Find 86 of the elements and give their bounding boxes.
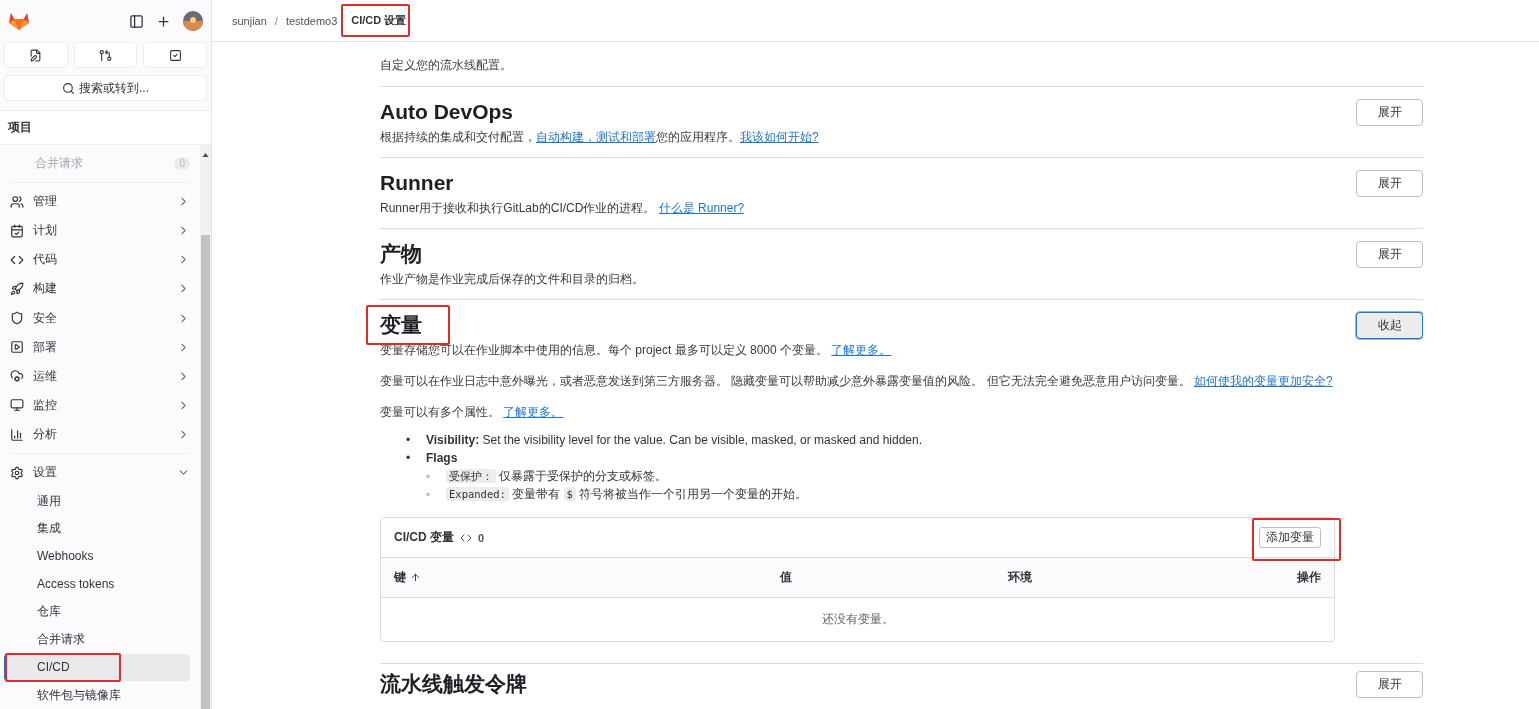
- column-header[interactable]: 操作: [1237, 569, 1321, 586]
- merge-request-icon: [99, 48, 112, 62]
- section-title: Auto DevOps: [380, 99, 513, 125]
- link[interactable]: 我该如何开始?: [740, 130, 819, 144]
- section-label: 项目: [0, 110, 211, 145]
- breadcrumb-link[interactable]: testdemo3: [285, 14, 338, 27]
- toggle-button[interactable]: 展开: [1356, 240, 1423, 268]
- paragraph: 变量可以有多个属性。 了解更多。: [380, 404, 565, 421]
- bullet-label: Flags: [426, 450, 458, 467]
- nav-item[interactable]: 代码: [4, 245, 196, 275]
- checkbox-icon: [168, 48, 182, 62]
- fox-logo-icon[interactable]: [8, 11, 30, 31]
- link[interactable]: 自动构建，测试和部署: [536, 130, 656, 144]
- avatar[interactable]: [183, 11, 203, 31]
- toggle-button[interactable]: 展开: [1356, 98, 1423, 126]
- paragraph: 变量可以在作业日志中意外曝光，或者恶意发送到第三方服务器。 隐藏变量可以帮助减少意外暴露变量值的风险。 但它无法完全避免恶意用户访问变量。 如何使我的变量更加安全?: [380, 373, 1334, 390]
- nav-subitem[interactable]: 仓库: [4, 598, 190, 626]
- nav-subitem[interactable]: 软件包与镜像库: [4, 681, 190, 709]
- section-description: 变量存储您可以在作业脚本中使用的信息。每个 project 最多可以定义 8000 个变量。 了解更多。: [380, 342, 893, 359]
- nav-item[interactable]: 运维: [4, 361, 196, 391]
- column-header[interactable]: 键: [394, 569, 780, 586]
- section-title: 流水线触发令牌: [380, 671, 527, 697]
- plus-icon[interactable]: [156, 13, 171, 29]
- nav-item[interactable]: 部署: [4, 332, 196, 362]
- play-square-icon: [10, 340, 24, 355]
- bullet-marker: ◦: [426, 486, 432, 503]
- cloud-icon: [10, 369, 24, 384]
- nav-item[interactable]: 监控: [4, 390, 196, 420]
- nav-item[interactable]: 安全: [4, 303, 196, 333]
- breadcrumb-link[interactable]: sunjian: [232, 14, 267, 27]
- card-title: CI/CD 变量: [394, 529, 454, 546]
- calendar-icon: [10, 223, 24, 238]
- breadcrumb-link[interactable]: CI/CD 设置: [351, 13, 407, 28]
- section-description: 根据持续的集成和交付配置，自动构建，测试和部署您的应用程序。我该如何开始?: [380, 129, 820, 146]
- empty-message: 还没有变量。: [820, 611, 895, 628]
- column-header[interactable]: 环境: [1007, 569, 1238, 586]
- nav-item[interactable]: 分析: [4, 419, 196, 450]
- todo-button[interactable]: [143, 42, 207, 68]
- search-button[interactable]: 搜索或转到...: [4, 75, 207, 101]
- nav-item[interactable]: 构建: [4, 274, 196, 304]
- people-icon: [10, 194, 24, 209]
- nav-subitem[interactable]: 集成: [4, 514, 190, 543]
- bullet-marker: •: [406, 432, 412, 449]
- link[interactable]: 了解更多。: [503, 405, 564, 419]
- nav-subitem[interactable]: 合并请求: [4, 625, 190, 654]
- nav-subitem[interactable]: 通用: [4, 487, 190, 515]
- bullet-text: Expanded: 变量带有 $ 符号将被当作一个引用另一个变量的开始。: [446, 485, 808, 503]
- chart-icon: [10, 427, 24, 442]
- column-header[interactable]: 值: [779, 569, 1008, 586]
- shield-icon: [10, 311, 24, 326]
- bullet-text: Visibility: Set the visibility level for the value. Can be visible, masked, or masked and hidden.: [426, 432, 923, 449]
- section-description: Runner用于接收和执行GitLab的CI/CD作业的进程。 什么是 Runner?: [380, 200, 746, 217]
- merge-requests-button[interactable]: [73, 42, 138, 68]
- nav-subitem[interactable]: Access tokens: [4, 570, 190, 599]
- nav-item[interactable]: 计划: [4, 216, 196, 246]
- settings-icon: [10, 465, 24, 480]
- breadcrumb-separator: /: [274, 14, 278, 27]
- nav-subitem[interactable]: Webhooks: [4, 542, 190, 571]
- rocket-icon: [10, 281, 24, 296]
- section-description: 自定义您的流水线配置。: [380, 57, 513, 74]
- sidebar-toggle-icon[interactable]: [129, 13, 144, 29]
- section-title: 产物: [380, 241, 422, 267]
- nav-item[interactable]: 设置: [4, 458, 196, 488]
- section-title: Runner: [380, 170, 454, 196]
- inline-code: $: [563, 487, 576, 501]
- nav-item[interactable]: 管理: [4, 187, 196, 217]
- toggle-button[interactable]: 展开: [1356, 169, 1423, 197]
- inline-code: 受保护：: [446, 469, 496, 483]
- link[interactable]: 了解更多。: [831, 343, 892, 357]
- variable-count: 0: [478, 531, 485, 544]
- inline-code: Expanded:: [446, 487, 509, 501]
- add-variable-button[interactable]: 添加变量: [1259, 527, 1321, 548]
- section-title: 变量: [380, 312, 422, 338]
- toggle-button[interactable]: 收起: [1356, 311, 1423, 339]
- link[interactable]: 什么是 Runner?: [658, 201, 745, 215]
- link[interactable]: 如何使我的变量更加安全?: [1194, 374, 1333, 388]
- monitor-icon: [10, 398, 24, 413]
- file-pen-icon: [29, 48, 43, 62]
- nav-subitem[interactable]: CI/CD: [4, 653, 190, 682]
- issues-button[interactable]: [4, 42, 68, 68]
- toggle-button[interactable]: 展开: [1356, 670, 1423, 698]
- search-icon: [62, 81, 75, 95]
- section-description: 作业产物是作业完成后保存的文件和目录的归档。: [380, 271, 645, 288]
- bullet-marker: ◦: [426, 468, 432, 485]
- bullet-text: 受保护： 仅暴露于受保护的分支或标签。: [446, 467, 668, 485]
- bullet-marker: •: [406, 450, 412, 467]
